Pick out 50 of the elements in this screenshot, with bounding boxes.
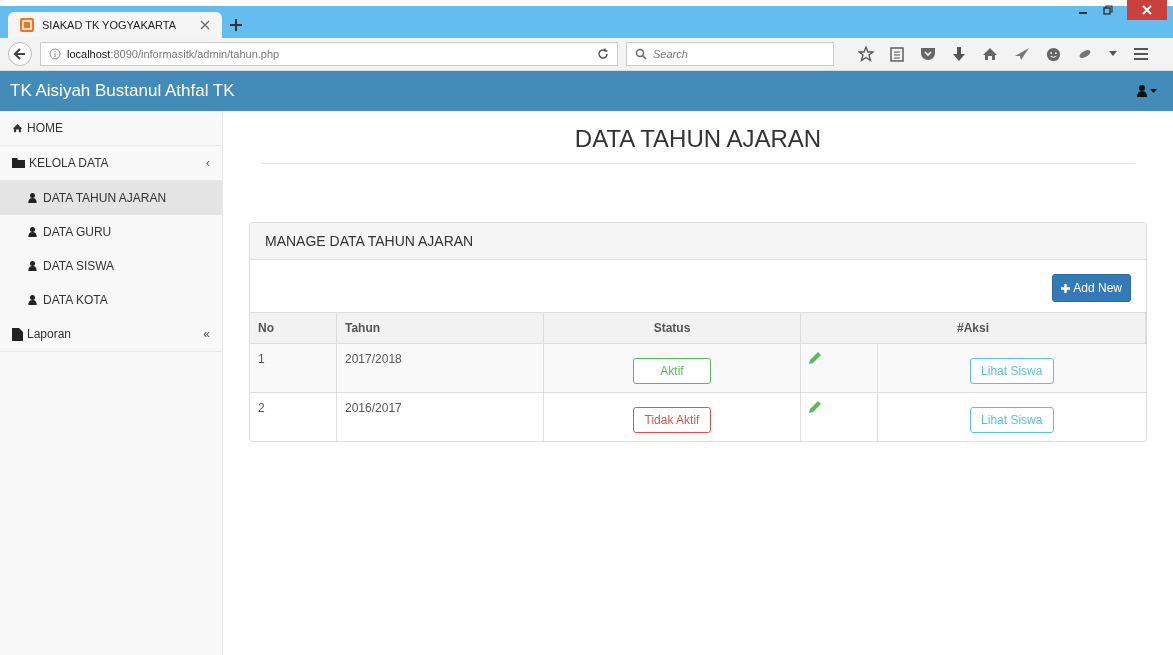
restore-icon[interactable]	[1103, 5, 1113, 15]
sidebar-subitem[interactable]: DATA SISWA	[0, 249, 222, 283]
menu-icon[interactable]	[1133, 47, 1149, 61]
table-cell: 1	[250, 343, 337, 393]
user-icon	[28, 227, 37, 237]
clipboard-icon[interactable]	[890, 46, 904, 62]
column-header: No	[250, 312, 337, 344]
column-header: #Aksi	[800, 312, 1146, 344]
user-menu-icon[interactable]	[1137, 85, 1157, 97]
add-new-button[interactable]: Add New	[1052, 274, 1131, 302]
back-button[interactable]	[8, 42, 32, 66]
table-cell: 2016/2017	[336, 392, 544, 441]
download-icon[interactable]	[952, 46, 966, 62]
close-window-button[interactable]	[1127, 0, 1167, 20]
column-header: Status	[543, 312, 801, 344]
user-icon	[28, 261, 37, 271]
sidebar-subitem[interactable]: DATA KOTA	[0, 283, 222, 317]
close-icon[interactable]	[200, 20, 210, 30]
dropdown-caret-icon[interactable]	[1109, 51, 1117, 57]
back-arrow-icon	[13, 47, 27, 61]
new-tab-icon[interactable]	[230, 19, 242, 31]
site-brand[interactable]: TK Aisiyah Bustanul Athfal TK	[10, 81, 235, 101]
extension-icon[interactable]	[1077, 47, 1093, 61]
user-icon	[28, 193, 37, 203]
panel-heading: MANAGE DATA TAHUN AJARAN	[250, 223, 1146, 260]
paper-plane-icon[interactable]	[1014, 47, 1030, 61]
sidebar-subitem[interactable]: DATA GURU	[0, 215, 222, 249]
smiley-icon[interactable]	[1046, 46, 1061, 62]
address-field[interactable]: localhost:8090/informasitk/admin/tahun.php	[40, 42, 618, 66]
site-favicon-icon	[20, 18, 34, 32]
status-button[interactable]: Tidak Aktif	[633, 407, 711, 433]
file-icon	[12, 327, 23, 341]
user-icon	[28, 295, 37, 305]
close-icon	[1142, 5, 1152, 15]
pocket-icon[interactable]	[920, 47, 936, 61]
sidebar-item[interactable]: Laporan «	[0, 317, 222, 352]
sidebar-subitem[interactable]: DATA TAHUN AJARAN	[0, 181, 222, 215]
home-icon	[12, 123, 23, 133]
reload-icon[interactable]	[597, 48, 609, 60]
star-icon[interactable]	[858, 46, 874, 62]
page-title: DATA TAHUN AJARAN	[573, 125, 823, 153]
column-header: Tahun	[336, 312, 544, 344]
search-field[interactable]: Search	[626, 42, 834, 66]
sidebar-item[interactable]: HOME	[0, 111, 222, 146]
plus-icon	[1061, 283, 1071, 293]
search-icon	[635, 48, 647, 60]
table-cell: 2017/2018	[336, 343, 544, 393]
folder-icon	[12, 158, 25, 168]
home-icon[interactable]	[982, 47, 998, 61]
table-cell: 2	[250, 392, 337, 441]
